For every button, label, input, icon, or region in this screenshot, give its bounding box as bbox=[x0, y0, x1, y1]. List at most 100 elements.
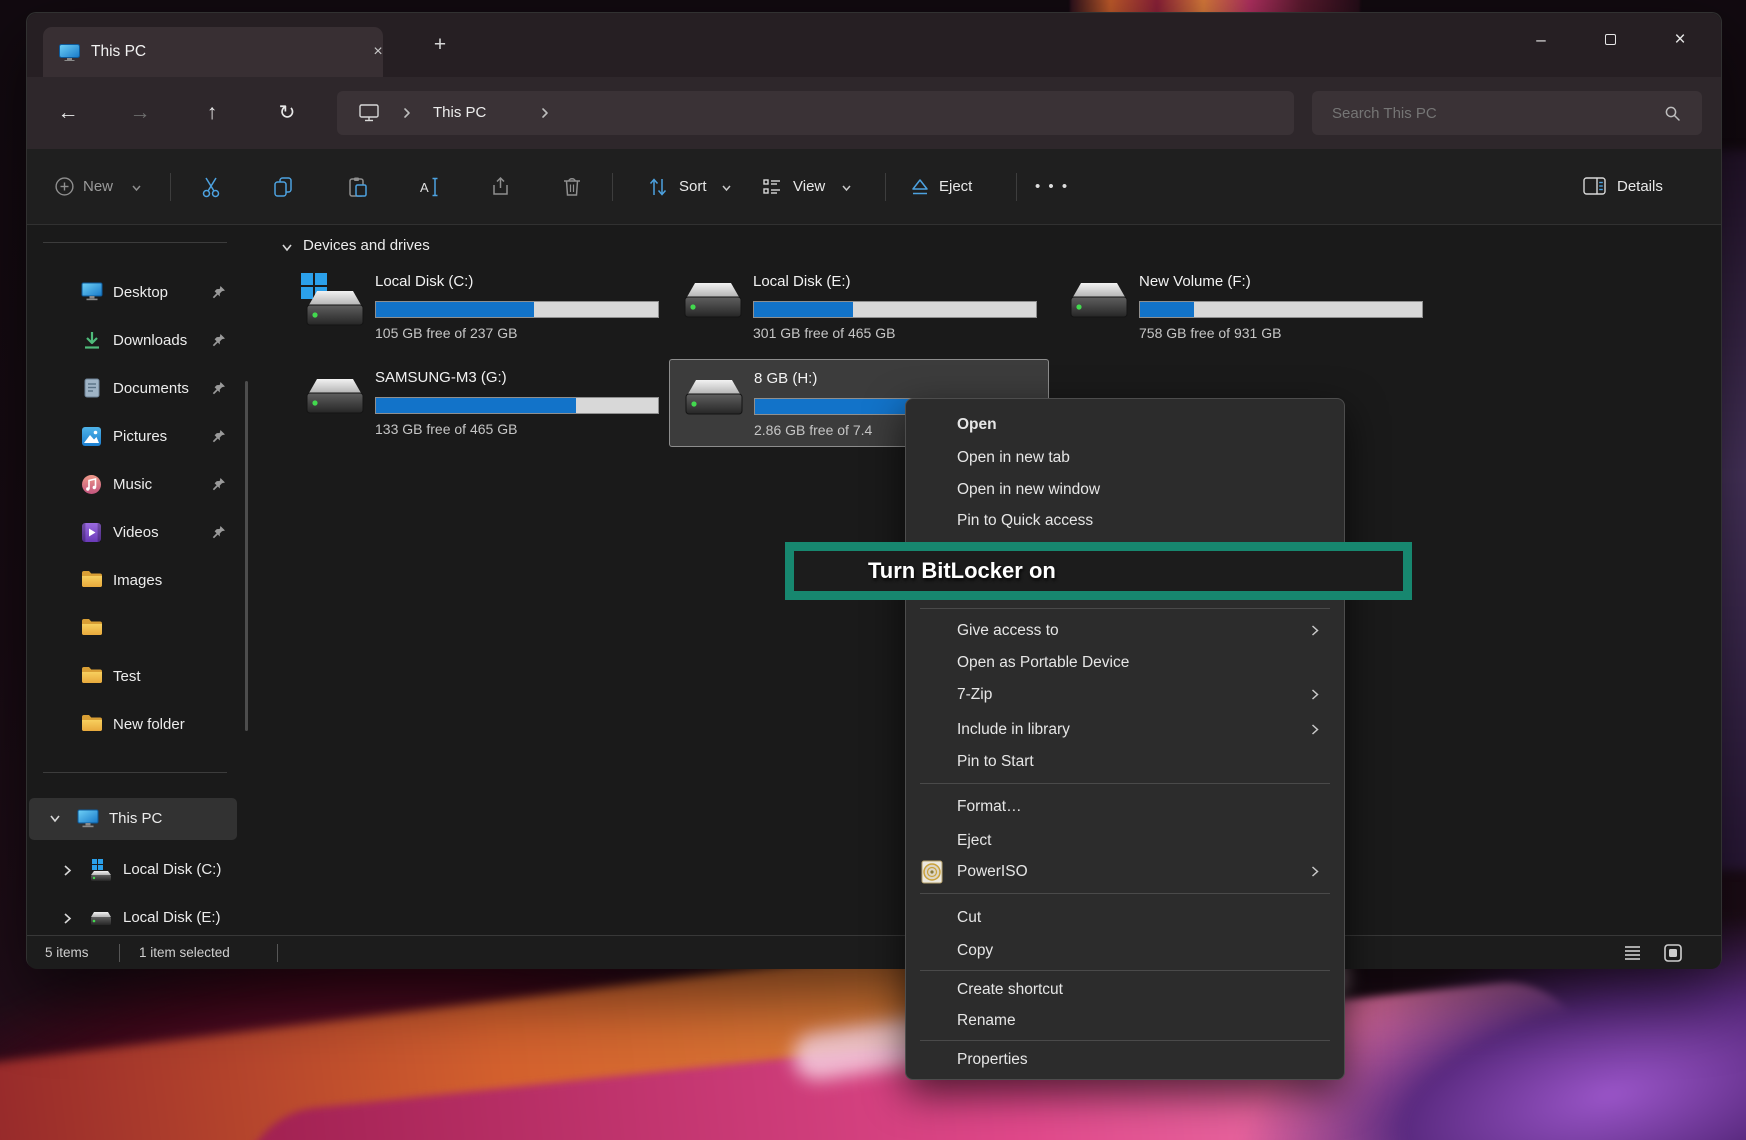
capacity-bar bbox=[375, 397, 659, 414]
share-icon[interactable] bbox=[490, 176, 512, 198]
sidebar-item-music[interactable]: Music bbox=[31, 465, 235, 505]
file-explorer-window: This PC × + – × ← → ↑ ↻ bbox=[26, 12, 1722, 968]
menu-separator bbox=[920, 783, 1330, 784]
pin-icon bbox=[211, 381, 226, 396]
folder-icon bbox=[81, 618, 103, 636]
chevron-down-icon bbox=[131, 184, 142, 192]
copy-icon[interactable] bbox=[272, 176, 294, 198]
menu-item-pin-quick-access[interactable]: Pin to Quick access bbox=[911, 505, 1339, 537]
more-options-button[interactable]: • • • bbox=[1035, 173, 1069, 201]
pin-icon bbox=[211, 477, 226, 492]
view-button[interactable]: View bbox=[793, 175, 825, 199]
maximize-button[interactable] bbox=[1587, 23, 1633, 57]
paste-icon[interactable] bbox=[347, 176, 369, 198]
bitlocker-highlight-annotation: Turn BitLocker on bbox=[785, 542, 1412, 600]
menu-item-copy[interactable]: Copy bbox=[911, 935, 1339, 967]
minimize-button[interactable]: – bbox=[1518, 23, 1564, 57]
submenu-arrow-icon bbox=[1311, 688, 1319, 701]
sidebar-item-desktop[interactable]: Desktop bbox=[31, 273, 235, 313]
details-button[interactable]: Details bbox=[1617, 175, 1663, 199]
sidebar-item-new-folder[interactable]: New folder bbox=[31, 705, 235, 745]
search-box[interactable] bbox=[1312, 91, 1702, 135]
menu-item-open-new-tab[interactable]: Open in new tab bbox=[911, 442, 1339, 474]
menu-item-7zip[interactable]: 7-Zip bbox=[911, 679, 1339, 711]
pin-icon bbox=[211, 525, 226, 540]
sort-button[interactable]: Sort bbox=[679, 175, 707, 199]
chevron-down-icon bbox=[721, 184, 732, 192]
menu-item-open[interactable]: Open bbox=[911, 409, 1339, 441]
breadcrumb-this-pc[interactable]: This PC bbox=[433, 91, 486, 135]
sidebar-item-documents[interactable]: Documents bbox=[31, 369, 235, 409]
menu-item-create-shortcut[interactable]: Create shortcut bbox=[911, 974, 1339, 1006]
menu-item-give-access[interactable]: Give access to bbox=[911, 615, 1339, 647]
menu-item-open-new-window[interactable]: Open in new window bbox=[911, 474, 1339, 506]
back-button[interactable]: ← bbox=[48, 93, 88, 133]
submenu-arrow-icon bbox=[1311, 865, 1319, 878]
sidebar-item-this-pc[interactable]: This PC bbox=[29, 798, 237, 840]
sidebar-scrollbar[interactable] bbox=[245, 381, 248, 731]
menu-separator bbox=[920, 893, 1330, 894]
delete-icon[interactable] bbox=[561, 176, 583, 198]
context-menu: Open Open in new tab Open in new window … bbox=[905, 398, 1345, 1080]
this-pc-breadcrumb-icon bbox=[359, 104, 379, 122]
drive-tile-new-volume-f[interactable]: New Volume (F:) 758 GB free of 931 GB bbox=[1055, 263, 1427, 351]
menu-item-include-in-library[interactable]: Include in library bbox=[911, 714, 1339, 746]
new-plus-icon[interactable] bbox=[55, 177, 74, 196]
sidebar-item-images[interactable]: Images bbox=[31, 561, 235, 601]
menu-item-properties[interactable]: Properties bbox=[911, 1044, 1339, 1076]
cut-icon[interactable] bbox=[200, 176, 222, 198]
sidebar-item-pictures[interactable]: Pictures bbox=[31, 417, 235, 457]
details-view-icon[interactable] bbox=[1623, 944, 1642, 962]
sidebar-divider bbox=[43, 772, 227, 773]
menu-item-poweriso[interactable]: PowerISO bbox=[911, 856, 1339, 888]
new-tab-button[interactable]: + bbox=[425, 31, 455, 61]
drive-tile-local-disk-e[interactable]: Local Disk (E:) 301 GB free of 465 GB bbox=[669, 263, 1041, 351]
status-separator bbox=[119, 944, 120, 962]
menu-separator bbox=[920, 1040, 1330, 1041]
menu-item-pin-to-start[interactable]: Pin to Start bbox=[911, 746, 1339, 778]
drive-tile-samsung-m3-g[interactable]: SAMSUNG-M3 (G:) 133 GB free of 465 GB bbox=[291, 359, 663, 447]
chevron-right-icon[interactable] bbox=[63, 912, 72, 925]
drive-icon bbox=[89, 911, 113, 927]
search-icon[interactable] bbox=[1664, 105, 1681, 122]
tab-this-pc[interactable]: This PC × bbox=[43, 27, 383, 77]
forward-button[interactable]: → bbox=[120, 93, 160, 133]
group-header[interactable]: Devices and drives bbox=[303, 237, 430, 254]
eject-button[interactable]: Eject bbox=[939, 175, 972, 199]
downloads-icon bbox=[81, 330, 103, 350]
sidebar-item-test[interactable]: Test bbox=[31, 657, 235, 697]
chevron-down-icon[interactable] bbox=[49, 814, 61, 823]
menu-item-format[interactable]: Format… bbox=[911, 791, 1339, 823]
sidebar-item-folder[interactable] bbox=[31, 609, 235, 649]
command-bar: New A bbox=[27, 149, 1721, 225]
status-bar: 5 items 1 item selected bbox=[27, 935, 1721, 969]
new-button[interactable]: New bbox=[83, 175, 113, 199]
up-button[interactable]: ↑ bbox=[192, 93, 232, 133]
large-icons-view-icon[interactable] bbox=[1663, 943, 1683, 963]
tab-close-icon[interactable]: × bbox=[365, 39, 391, 65]
menu-item-turn-bitlocker-on[interactable]: Turn BitLocker on bbox=[868, 551, 1056, 591]
sidebar-item-local-disk-c[interactable]: Local Disk (C:) bbox=[31, 849, 235, 891]
drive-tile-local-disk-c[interactable]: Local Disk (C:) 105 GB free of 237 GB bbox=[291, 263, 663, 351]
close-button[interactable]: × bbox=[1657, 23, 1703, 57]
menu-item-cut[interactable]: Cut bbox=[911, 902, 1339, 934]
menu-item-eject[interactable]: Eject bbox=[911, 825, 1339, 857]
refresh-button[interactable]: ↻ bbox=[267, 93, 307, 133]
search-input[interactable] bbox=[1330, 91, 1650, 135]
sidebar-item-videos[interactable]: Videos bbox=[31, 513, 235, 553]
view-icon bbox=[761, 176, 783, 198]
sidebar-item-local-disk-e[interactable]: Local Disk (E:) bbox=[31, 898, 235, 938]
chevron-right-icon[interactable] bbox=[541, 107, 549, 119]
tab-bar: This PC × + – × bbox=[27, 13, 1721, 77]
chevron-right-icon[interactable] bbox=[63, 864, 72, 877]
music-icon bbox=[81, 474, 102, 495]
svg-text:A: A bbox=[420, 180, 429, 195]
address-bar[interactable]: This PC bbox=[337, 91, 1294, 135]
rename-icon[interactable]: A bbox=[418, 176, 442, 198]
desktop-wallpaper: This PC × + – × ← → ↑ ↻ bbox=[0, 0, 1746, 1140]
menu-item-rename[interactable]: Rename bbox=[911, 1005, 1339, 1037]
details-pane-icon bbox=[1583, 176, 1607, 196]
chevron-down-icon[interactable] bbox=[281, 243, 293, 252]
sidebar-item-downloads[interactable]: Downloads bbox=[31, 321, 235, 361]
menu-item-open-portable-device[interactable]: Open as Portable Device bbox=[911, 647, 1339, 679]
